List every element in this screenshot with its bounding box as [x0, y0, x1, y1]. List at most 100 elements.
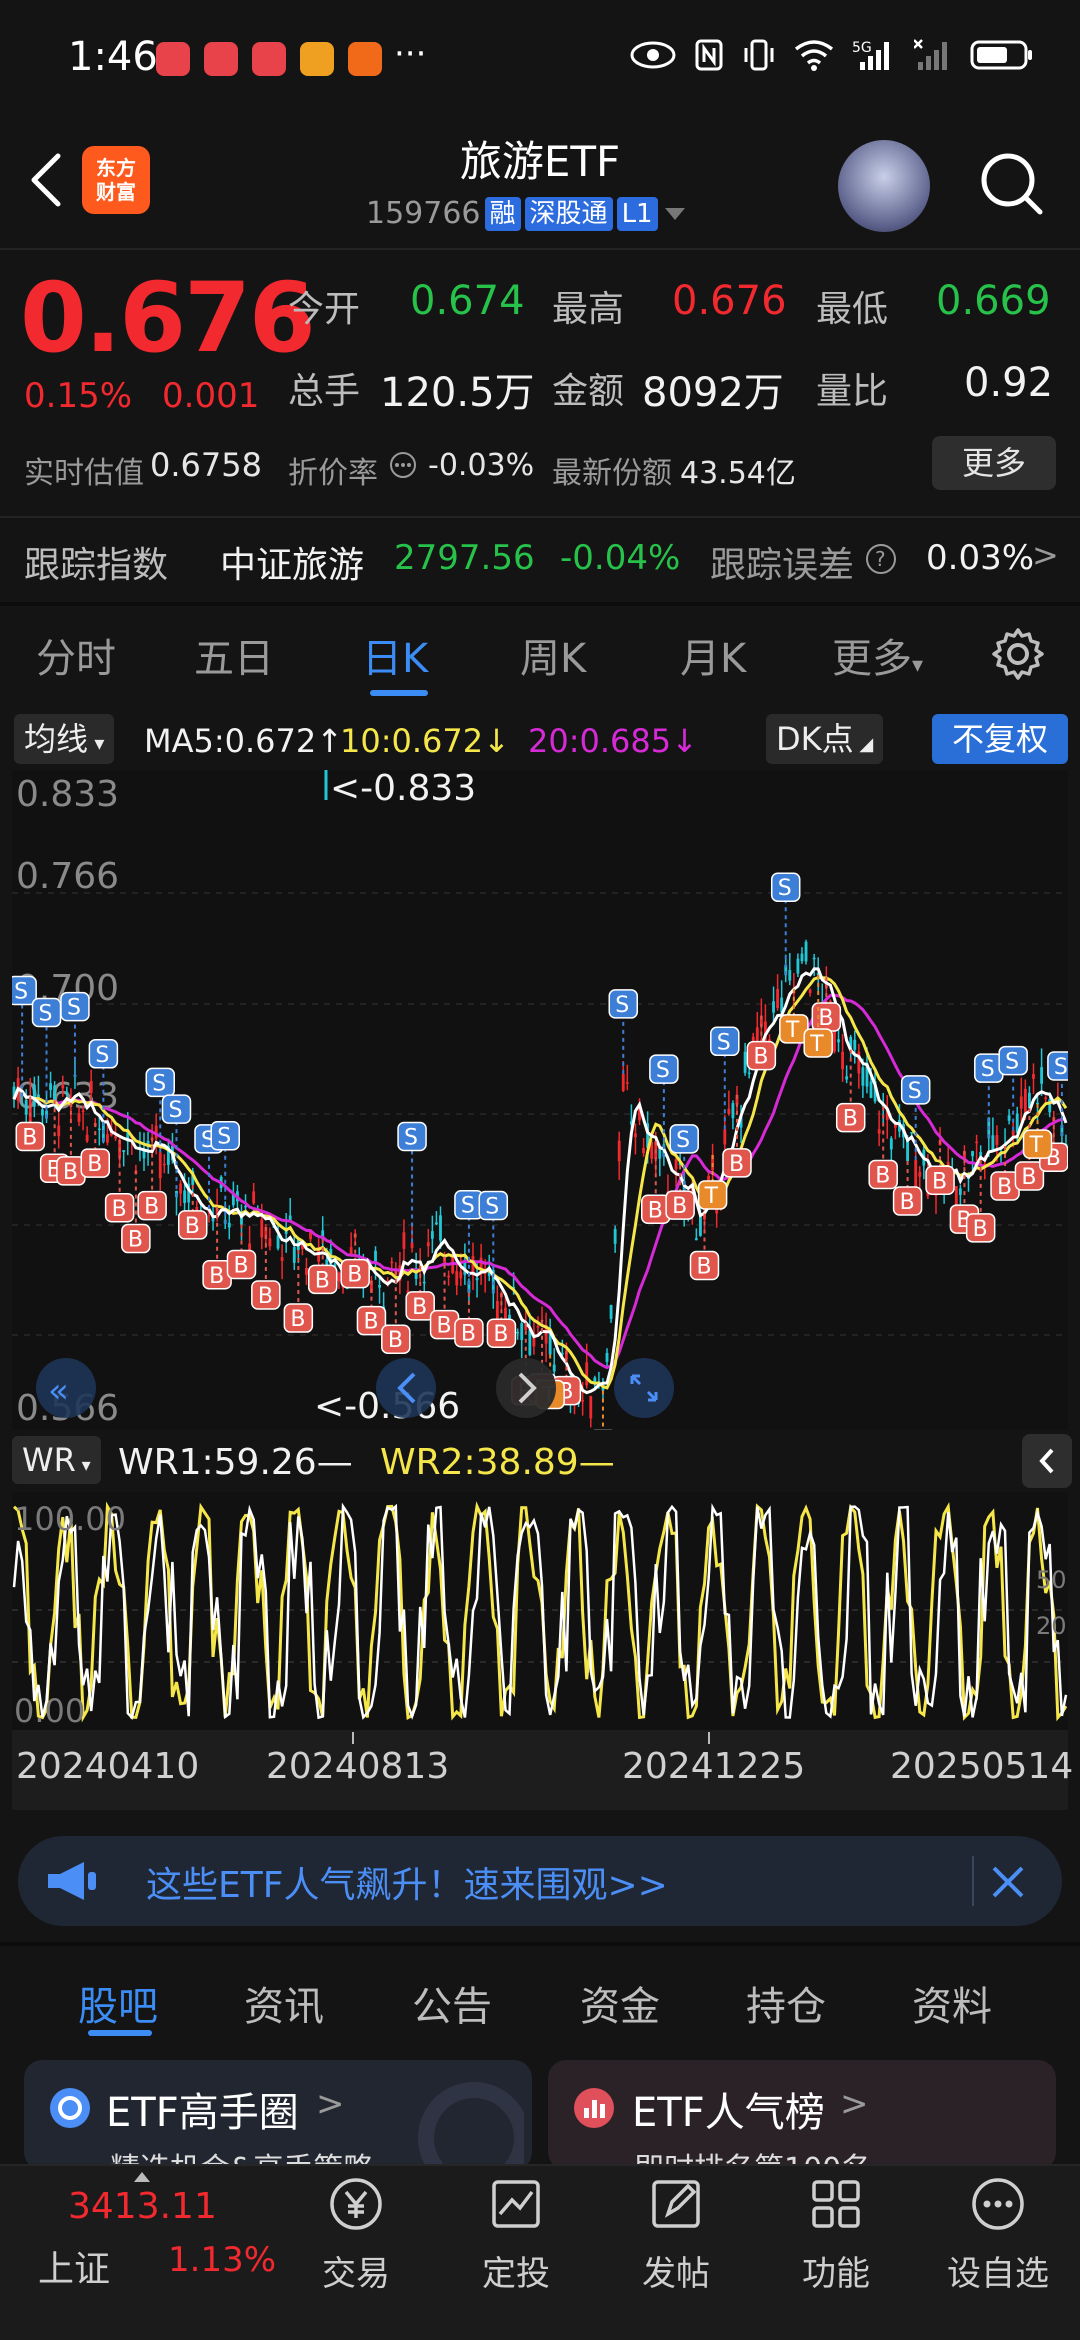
- signal-letter: S: [95, 1043, 109, 1068]
- fullscreen-button[interactable]: [614, 1358, 674, 1418]
- candle-body: [435, 1222, 438, 1225]
- low-label: 最低: [816, 289, 889, 330]
- info-dots-icon[interactable]: [388, 450, 418, 480]
- tab-five-day[interactable]: 五日: [194, 626, 274, 684]
- nav-auto-invest[interactable]: 定投: [456, 2172, 576, 2295]
- signal-letter: B: [437, 1314, 452, 1339]
- tab-holdings[interactable]: 持仓: [746, 1974, 826, 2032]
- candle-body: [723, 1129, 727, 1145]
- edit-post-icon: [652, 2180, 700, 2228]
- trade-icon: [330, 2178, 382, 2230]
- x-tick-label: 20241225: [622, 1746, 806, 1787]
- ma-type-dropdown[interactable]: 均线 ▾: [14, 714, 115, 764]
- system-icons: 5G: [630, 38, 1034, 72]
- tab-profile[interactable]: 资料: [912, 1974, 992, 2032]
- tab-news[interactable]: 资讯: [244, 1974, 324, 2032]
- tab-announcements[interactable]: 公告: [412, 1974, 492, 2032]
- candle-body: [727, 1108, 731, 1115]
- market-index-change[interactable]: 1.13%: [168, 2240, 276, 2280]
- candle-body: [1011, 1130, 1015, 1136]
- scroll-right-button[interactable]: [496, 1358, 556, 1418]
- nav-functions[interactable]: 功能: [776, 2172, 896, 2295]
- scroll-left-button[interactable]: [376, 1358, 436, 1418]
- adjust-mode-button[interactable]: 不复权: [932, 714, 1068, 764]
- candle-body: [195, 1207, 199, 1211]
- candle-body: [772, 1001, 775, 1013]
- candle-body: [991, 1135, 995, 1151]
- tracking-error-label: 跟踪误差: [710, 545, 855, 586]
- signal-letter: S: [217, 1125, 231, 1150]
- premium-label: 折价率: [288, 456, 378, 491]
- tab-guba[interactable]: 股吧: [78, 1974, 158, 2032]
- candle-body: [276, 1235, 280, 1249]
- wr-dropdown[interactable]: WR ▾: [12, 1436, 101, 1484]
- signal-letter: B: [648, 1198, 663, 1223]
- signal-letter: S: [39, 1001, 53, 1026]
- signal-letter: S: [485, 1195, 499, 1220]
- dk-point-button[interactable]: DK点 ◢: [766, 714, 884, 764]
- signal-letter: B: [209, 1264, 224, 1289]
- candle-body: [65, 1091, 69, 1094]
- signal-letter: S: [67, 996, 81, 1021]
- x-tick-mark: [352, 1732, 354, 1744]
- signal-letter: S: [1005, 1050, 1019, 1075]
- candle-body: [305, 1268, 308, 1275]
- candle-body: [585, 1362, 589, 1386]
- margin-tag: 融: [484, 196, 521, 231]
- assistant-robot-avatar[interactable]: [838, 140, 930, 232]
- wr-chart[interactable]: 100.00 0.00 50 20: [12, 1492, 1068, 1730]
- candle-body: [1032, 1074, 1035, 1079]
- candle-body: [918, 1171, 922, 1177]
- high-label: 最高: [552, 289, 625, 330]
- more-button[interactable]: 更多: [932, 436, 1056, 490]
- tab-intraday[interactable]: 分时: [36, 626, 116, 684]
- help-icon[interactable]: ?: [864, 542, 898, 576]
- promo-text[interactable]: 这些ETF人气飙升！速来围观>>: [146, 1856, 668, 1908]
- market-index-name[interactable]: 上证: [38, 2240, 110, 2292]
- tab-weekly-k[interactable]: 周K: [520, 626, 586, 684]
- nav-trade[interactable]: 交易: [296, 2172, 416, 2295]
- candle-body: [179, 1183, 182, 1194]
- change-percent: 0.15%: [24, 376, 133, 416]
- nav-post[interactable]: 发帖: [616, 2172, 736, 2295]
- tab-monthly-k[interactable]: 月K: [680, 626, 746, 684]
- close-icon[interactable]: [990, 1864, 1026, 1900]
- candle-body: [634, 1133, 637, 1138]
- ma20-readout: 20:0.685↓: [528, 722, 698, 760]
- tracking-arrow-icon[interactable]: >: [1032, 536, 1059, 574]
- collapse-panel-button[interactable]: [1022, 1434, 1072, 1488]
- level-tag: L1: [616, 196, 658, 231]
- tracking-index-name[interactable]: 中证旅游: [220, 536, 364, 588]
- candle-body: [694, 1238, 698, 1241]
- candle-body: [41, 1109, 44, 1116]
- signal-letter: B: [347, 1263, 362, 1288]
- x-tick-label: 20250514: [890, 1746, 1074, 1787]
- search-icon[interactable]: [978, 150, 1044, 216]
- card-decoration-icon: [418, 2082, 524, 2170]
- signal-letter: S: [676, 1128, 690, 1153]
- candle-body: [248, 1243, 252, 1251]
- wr1-readout: WR1:59.26—: [118, 1442, 353, 1483]
- signal-letter: T: [704, 1184, 719, 1209]
- tab-daily-k[interactable]: 日K: [362, 626, 428, 684]
- ratio-value: 0.92: [964, 360, 1054, 406]
- tab-funds[interactable]: 资金: [580, 1974, 660, 2032]
- tab-more[interactable]: 更多▾: [832, 626, 923, 684]
- settings-gear-icon[interactable]: [990, 626, 1046, 682]
- signal-letter: B: [932, 1169, 947, 1194]
- nav-label: 定投: [482, 2254, 550, 2294]
- wr-caret-icon: ▾: [75, 1455, 91, 1476]
- candle-body: [995, 1135, 999, 1145]
- candle-body: [61, 1085, 65, 1089]
- signal-letter: B: [63, 1160, 78, 1185]
- signal-letter: B: [185, 1214, 200, 1239]
- stock-code-row[interactable]: 159766 融 深股通 L1: [366, 196, 688, 231]
- candle-body: [776, 989, 780, 1009]
- megaphone-icon: [48, 1862, 96, 1900]
- signal-letter: B: [672, 1194, 687, 1219]
- candle-body: [642, 1147, 645, 1154]
- nav-add-watchlist[interactable]: 设自选: [938, 2172, 1058, 2295]
- market-index-value[interactable]: 3413.11: [68, 2186, 217, 2227]
- kline-chart[interactable]: 0.833 0.766 0.700 0.633 0.566 SSSSSSSSSS…: [12, 770, 1068, 1430]
- signal-letter: S: [152, 1071, 166, 1096]
